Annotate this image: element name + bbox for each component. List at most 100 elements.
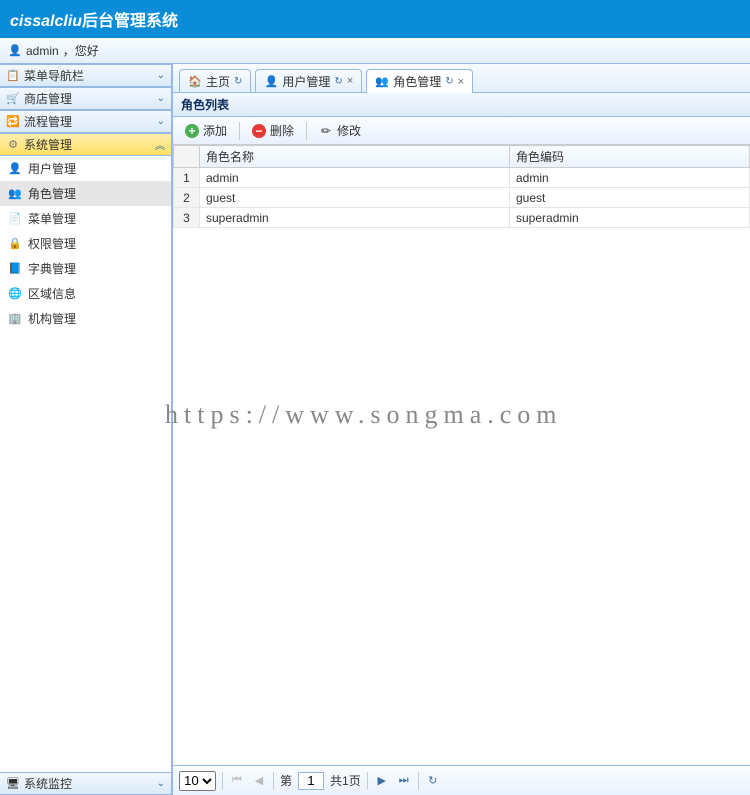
menu-item-label: 角色管理 xyxy=(28,185,76,202)
user-icon xyxy=(8,44,22,58)
tab-label: 主页 xyxy=(206,73,230,90)
menu-item-6[interactable]: 机构管理 xyxy=(0,306,171,331)
menu-item-0[interactable]: 用户管理 xyxy=(0,156,171,181)
sidebar-panel-monitor[interactable]: 系统监控 ⌄ xyxy=(0,772,171,795)
icon-shop xyxy=(6,92,20,106)
sidebar-panel-3[interactable]: 系统管理 ︽ xyxy=(0,133,171,156)
data-grid: 角色名称 角色编码 1adminadmin2guestguest3superad… xyxy=(173,145,750,765)
menu-item-3[interactable]: 权限管理 xyxy=(0,231,171,256)
icon-menu xyxy=(6,69,20,83)
icon-lock xyxy=(8,237,22,251)
menu-item-label: 菜单管理 xyxy=(28,210,76,227)
chevron-icon: ⌄ xyxy=(157,70,165,81)
menu-item-label: 区域信息 xyxy=(28,285,76,302)
row-num: 2 xyxy=(174,188,200,208)
table-row[interactable]: 2guestguest xyxy=(174,188,750,208)
tab-refresh-icon[interactable]: ↻ xyxy=(234,76,242,87)
sidebar-footer-label: 系统监控 xyxy=(24,775,72,792)
chevron-icon: ︽ xyxy=(155,137,165,152)
chevron-down-icon: ⌄ xyxy=(157,778,165,789)
tab-label: 角色管理 xyxy=(393,73,441,90)
sidebar-body: 用户管理角色管理菜单管理权限管理字典管理区域信息机构管理 xyxy=(0,156,171,772)
chevron-icon: ⌄ xyxy=(157,93,165,104)
menu-item-label: 权限管理 xyxy=(28,235,76,252)
row-num: 3 xyxy=(174,208,200,228)
app-title: cissalcliu后台管理系统 xyxy=(10,7,178,31)
monitor-icon xyxy=(6,777,20,791)
cell-role-code: superadmin xyxy=(510,208,750,228)
page-label-prefix: 第 xyxy=(280,772,292,789)
user-bar: admin ，您好 xyxy=(0,38,750,64)
cell-role-name: superadmin xyxy=(200,208,510,228)
page-input[interactable] xyxy=(298,772,324,790)
menu-item-label: 字典管理 xyxy=(28,260,76,277)
menu-item-2[interactable]: 菜单管理 xyxy=(0,206,171,231)
tab-refresh-icon[interactable]: ↻ xyxy=(334,76,342,87)
sidebar: 菜单导航栏 ⌄ 商店管理 ⌄ 流程管理 ⌄ 系统管理 ︽ 用户管理角色管理菜单管理权限管理字典… xyxy=(0,64,172,795)
icon-home xyxy=(188,74,202,88)
grid-toolbar: 添加 删除 修改 xyxy=(173,117,750,145)
page-size-select[interactable]: 10 xyxy=(179,771,216,791)
icon-page xyxy=(8,212,22,226)
cell-role-code: admin xyxy=(510,168,750,188)
tab-label: 用户管理 xyxy=(282,73,330,90)
icon-user xyxy=(264,74,278,88)
pager: 10 ⏮ ◀ 第 共1页 ▶ ⏭ xyxy=(173,765,750,795)
next-page-button[interactable]: ▶ xyxy=(374,773,390,789)
table-row[interactable]: 3superadminsuperadmin xyxy=(174,208,750,228)
content-area: 主页↻用户管理↻×角色管理↻× 角色列表 添加 删除 修改 xyxy=(172,64,750,795)
prev-page-button[interactable]: ◀ xyxy=(251,773,267,789)
sidebar-panel-label: 商店管理 xyxy=(24,90,72,107)
user-greeting: ，您好 xyxy=(63,42,99,59)
icon-role xyxy=(8,187,22,201)
tab-1[interactable]: 用户管理 ↻ × xyxy=(255,69,362,92)
icon-globe xyxy=(8,287,22,301)
icon-role xyxy=(375,75,389,89)
edit-button[interactable]: 修改 xyxy=(313,120,367,141)
chevron-icon: ⌄ xyxy=(157,116,165,127)
tab-refresh-icon[interactable]: ↻ xyxy=(445,76,453,87)
row-num: 1 xyxy=(174,168,200,188)
icon-gear xyxy=(6,138,20,152)
add-icon xyxy=(185,124,199,138)
icon-flow xyxy=(6,115,20,129)
last-page-button[interactable]: ⏭ xyxy=(396,773,412,789)
tab-close-icon[interactable]: × xyxy=(347,75,353,87)
delete-button[interactable]: 删除 xyxy=(246,120,300,141)
add-button[interactable]: 添加 xyxy=(179,120,233,141)
user-name: admin xyxy=(26,44,59,58)
sidebar-panel-2[interactable]: 流程管理 ⌄ xyxy=(0,110,171,133)
menu-item-1[interactable]: 角色管理 xyxy=(0,181,171,206)
col-role-code[interactable]: 角色编码 xyxy=(510,146,750,168)
total-pages-label: 共1页 xyxy=(330,772,361,789)
tab-bar: 主页 ↻ 用户管理 ↻ × 角色管理 ↻ × xyxy=(173,64,750,93)
edit-icon xyxy=(319,124,333,138)
menu-item-5[interactable]: 区域信息 xyxy=(0,281,171,306)
sidebar-panel-0[interactable]: 菜单导航栏 ⌄ xyxy=(0,64,171,87)
table-row[interactable]: 1adminadmin xyxy=(174,168,750,188)
refresh-button[interactable] xyxy=(425,773,441,789)
sidebar-panel-1[interactable]: 商店管理 ⌄ xyxy=(0,87,171,110)
toolbar-sep xyxy=(239,122,240,140)
col-rownum[interactable] xyxy=(174,146,200,168)
delete-icon xyxy=(252,124,266,138)
tab-close-icon[interactable]: × xyxy=(458,76,464,88)
icon-org xyxy=(8,312,22,326)
icon-user xyxy=(8,162,22,176)
sidebar-panel-label: 流程管理 xyxy=(24,113,72,130)
menu-item-4[interactable]: 字典管理 xyxy=(0,256,171,281)
icon-book xyxy=(8,262,22,276)
tab-0[interactable]: 主页 ↻ xyxy=(179,69,251,92)
toolbar-sep xyxy=(306,122,307,140)
app-header: cissalcliu后台管理系统 xyxy=(0,0,750,38)
first-page-button[interactable]: ⏮ xyxy=(229,773,245,789)
cell-role-name: admin xyxy=(200,168,510,188)
tab-2[interactable]: 角色管理 ↻ × xyxy=(366,69,473,93)
menu-item-label: 用户管理 xyxy=(28,160,76,177)
menu-item-label: 机构管理 xyxy=(28,310,76,327)
sidebar-panel-label: 菜单导航栏 xyxy=(24,67,84,84)
cell-role-code: guest xyxy=(510,188,750,208)
sidebar-panel-label: 系统管理 xyxy=(24,136,72,153)
col-role-name[interactable]: 角色名称 xyxy=(200,146,510,168)
cell-role-name: guest xyxy=(200,188,510,208)
